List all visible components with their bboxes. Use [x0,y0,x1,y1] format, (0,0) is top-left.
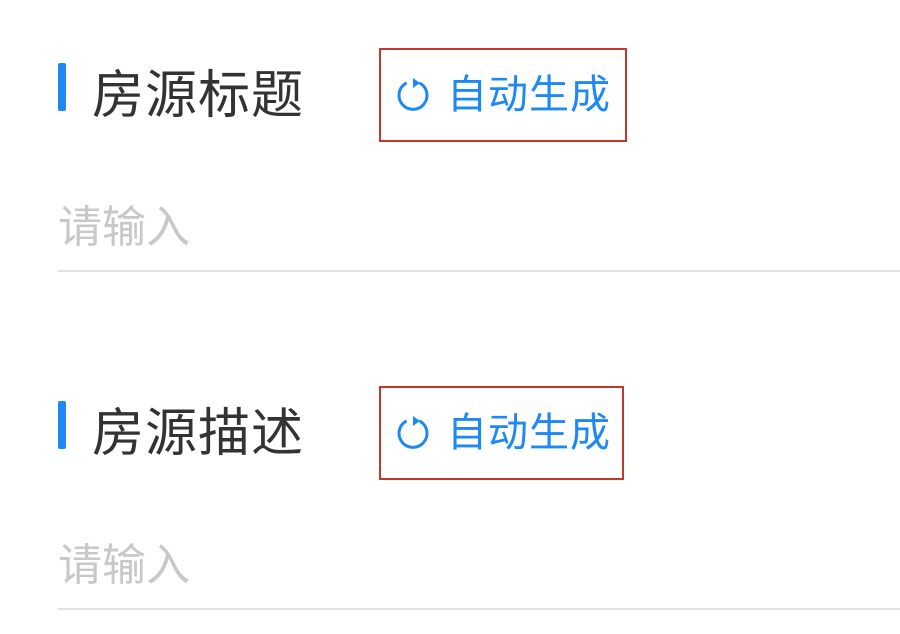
description-section: 房源描述 自动生成 [0,338,900,628]
title-label: 房源标题 [92,66,305,126]
section-accent-bar [58,401,66,449]
auto-generate-label: 自动生成 [447,410,611,456]
title-section: 房源标题 自动生成 [0,0,900,290]
auto-generate-label: 自动生成 [447,72,611,118]
description-input[interactable] [58,522,900,610]
auto-generate-description-button[interactable]: 自动生成 [379,386,624,480]
title-input[interactable] [58,184,900,272]
listing-form: 房源标题 自动生成 房源描述 自动生成 [0,0,900,634]
section-accent-bar [58,63,66,111]
auto-generate-title-button[interactable]: 自动生成 [379,48,627,142]
refresh-icon [393,413,433,453]
description-label: 房源描述 [92,404,305,464]
refresh-icon [393,75,433,115]
